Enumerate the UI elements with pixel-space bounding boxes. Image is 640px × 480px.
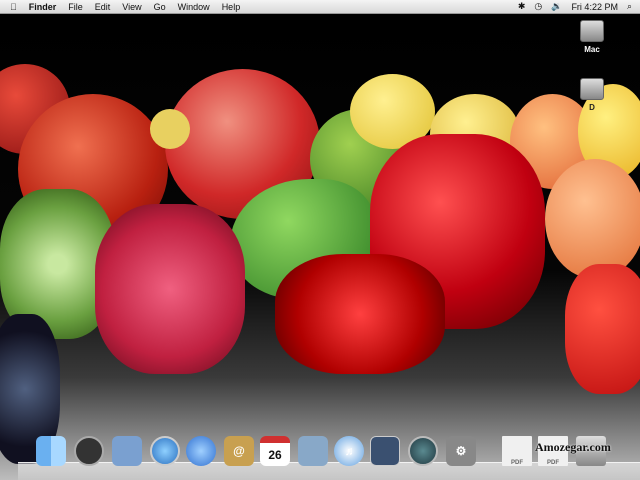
bluetooth-icon[interactable]: ✱ xyxy=(518,1,526,12)
watermark: Amozegar.com xyxy=(535,440,611,454)
hard-drive-icon xyxy=(580,78,604,100)
mail-icon[interactable] xyxy=(112,436,142,466)
desktop-wallpaper xyxy=(0,14,640,480)
drive-label: D xyxy=(589,103,595,112)
menu-file[interactable]: File xyxy=(68,2,83,12)
volume-icon[interactable]: 🔉 xyxy=(551,1,562,12)
ichat-icon[interactable] xyxy=(186,436,216,466)
iphoto-icon[interactable] xyxy=(298,436,328,466)
menu-bar:  Finder File Edit View Go Window Help ✱… xyxy=(0,0,640,14)
finder-icon[interactable] xyxy=(36,436,66,466)
spaces-icon[interactable] xyxy=(370,436,400,466)
dashboard-icon[interactable] xyxy=(74,436,104,466)
itunes-icon[interactable]: ♫ xyxy=(334,436,364,466)
safari-icon[interactable] xyxy=(150,436,180,466)
search-icon[interactable]: ⌕ xyxy=(627,1,632,12)
pdf-document-icon[interactable]: PDF xyxy=(502,436,532,466)
menu-edit[interactable]: Edit xyxy=(95,2,111,12)
apple-icon[interactable]:  xyxy=(10,2,17,12)
menu-go[interactable]: Go xyxy=(154,2,166,12)
menu-window[interactable]: Window xyxy=(178,2,210,12)
system-preferences-icon[interactable]: ⚙ xyxy=(446,436,476,466)
calendar-icon[interactable]: 26 xyxy=(260,436,290,466)
menu-help[interactable]: Help xyxy=(222,2,241,12)
menu-view[interactable]: View xyxy=(122,2,141,12)
clock[interactable]: Fri 4:22 PM xyxy=(571,2,618,12)
time-machine-icon[interactable]: ◷ xyxy=(534,1,542,12)
time-machine-icon[interactable] xyxy=(408,436,438,466)
drive-label: Mac xyxy=(584,45,600,54)
drive-d[interactable]: D xyxy=(572,78,612,112)
address-book-icon[interactable]: @ xyxy=(224,436,254,466)
hard-drive-icon xyxy=(580,20,604,42)
menu-finder[interactable]: Finder xyxy=(29,2,57,12)
drive-mac[interactable]: Mac xyxy=(572,20,612,54)
